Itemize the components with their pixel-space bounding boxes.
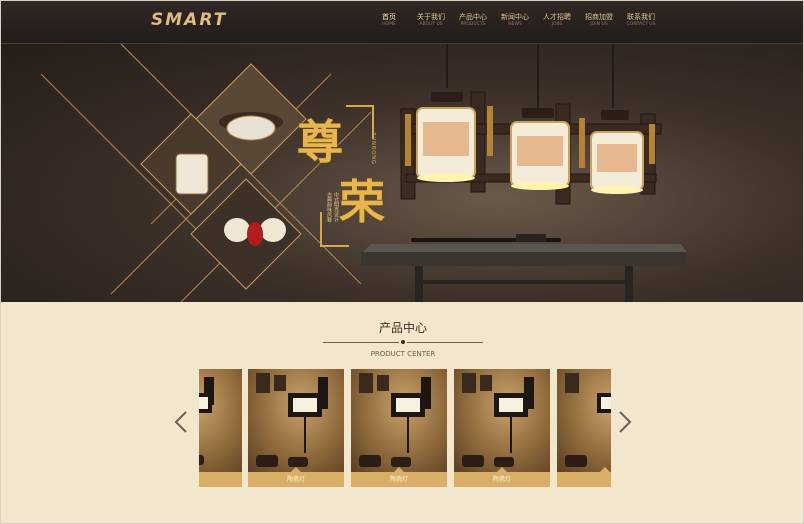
product-image — [454, 369, 550, 472]
nav-item-sublabel: NEWS — [508, 22, 522, 27]
nav-item-home[interactable]: 首页 HOME — [368, 14, 410, 28]
banner-artwork — [40, 44, 687, 302]
section-divider-right — [407, 342, 483, 343]
nav-item-sublabel: PRODUCTS — [460, 22, 486, 27]
product-label — [199, 472, 242, 487]
nav-item-sublabel: JOBS — [551, 22, 563, 27]
product-card[interactable] — [557, 369, 611, 487]
carousel-next-button[interactable] — [617, 410, 633, 434]
page: SMART 首页 HOME 关于我们 ABOUT US 产品中心 PRODUCT… — [0, 0, 804, 524]
nav-item-sublabel: CONTACT US — [626, 22, 656, 27]
nav-item-products[interactable]: 产品中心 PRODUCTS — [452, 14, 494, 28]
product-card[interactable]: 陶瓷灯 — [454, 369, 550, 487]
site-header: SMART 首页 HOME 关于我们 ABOUT US 产品中心 PRODUCT… — [1, 1, 803, 44]
nav-item-label: 首页 — [382, 13, 396, 21]
product-image — [248, 369, 344, 472]
nav-item-news[interactable]: 新闻中心 NEWS — [494, 14, 536, 28]
main-nav: 首页 HOME 关于我们 ABOUT US 产品中心 PRODUCTS 新闻中心… — [368, 14, 662, 28]
nav-item-sublabel: HOME — [382, 22, 396, 27]
nav-item-label: 新闻中心 — [501, 13, 529, 21]
banner-title-char-2: 荣 — [339, 175, 385, 229]
product-card[interactable]: 陶瓷灯 — [351, 369, 447, 487]
nav-item-join[interactable]: 招商加盟 JOIN US — [578, 14, 620, 28]
nav-item-label: 产品中心 — [459, 13, 487, 21]
product-label — [557, 472, 611, 487]
hero-banner[interactable]: 尊 荣 ZUNRONG 中式明亮设计 古典韵味风雅 — [1, 44, 803, 302]
banner-subtitle-2: 古典韵味风雅 — [326, 192, 332, 222]
product-label: 陶瓷灯 — [248, 472, 344, 487]
product-image — [351, 369, 447, 472]
nav-item-contact[interactable]: 联系我们 CONTACT US — [620, 14, 662, 28]
nav-item-jobs[interactable]: 人才招聘 JOBS — [536, 14, 578, 28]
nav-item-label: 关于我们 — [417, 13, 445, 21]
section-title: 产品中心 — [378, 321, 427, 335]
nav-item-about[interactable]: 关于我们 ABOUT US — [410, 14, 452, 28]
nav-item-sublabel: JOIN US — [590, 22, 608, 27]
product-image — [199, 369, 242, 472]
product-card[interactable] — [199, 369, 242, 487]
nav-item-label: 招商加盟 — [585, 13, 613, 21]
carousel-prev-button[interactable] — [173, 410, 189, 434]
logo[interactable]: SMART — [151, 10, 227, 30]
section-divider-dot — [401, 340, 405, 344]
section-divider-left — [323, 342, 399, 343]
product-label: 陶瓷灯 — [454, 472, 550, 487]
banner-subtitle-1: 中式明亮设计 — [333, 192, 339, 222]
section-subtitle: PRODUCT CENTER — [370, 350, 436, 358]
product-carousel: 陶瓷灯 陶瓷灯 陶瓷灯 — [199, 369, 611, 487]
product-label: 陶瓷灯 — [351, 472, 447, 487]
banner-title-en: ZUNRONG — [370, 132, 376, 165]
product-card[interactable]: 陶瓷灯 — [248, 369, 344, 487]
banner-title-char-1: 尊 — [297, 115, 343, 169]
nav-item-label: 人才招聘 — [543, 13, 571, 21]
nav-item-sublabel: ABOUT US — [419, 22, 443, 27]
chevron-left-icon — [174, 411, 187, 433]
product-image — [557, 369, 611, 472]
chevron-right-icon — [619, 411, 632, 433]
nav-item-label: 联系我们 — [627, 13, 655, 21]
